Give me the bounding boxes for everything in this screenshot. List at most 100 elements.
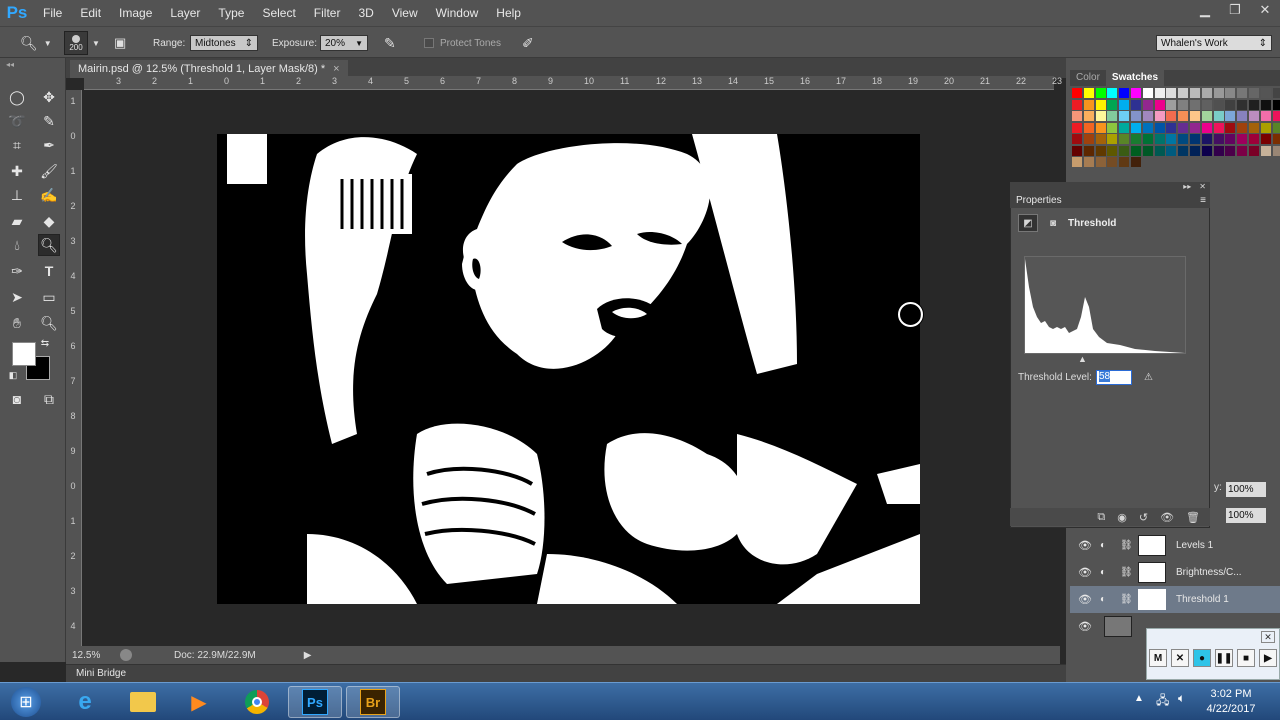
tab-swatches[interactable]: Swatches xyxy=(1105,70,1165,86)
swatch[interactable] xyxy=(1107,88,1118,98)
swatch[interactable] xyxy=(1190,111,1200,121)
swatch[interactable] xyxy=(1131,145,1141,156)
reset-icon[interactable]: ↺ xyxy=(1139,511,1148,524)
start-button[interactable]: ⊞ xyxy=(4,686,48,718)
swatch[interactable] xyxy=(1213,88,1224,98)
player-close-icon[interactable]: ✕ xyxy=(1261,631,1275,643)
menu-type[interactable]: Type xyxy=(209,0,253,26)
eye-icon[interactable]: 👁︎ xyxy=(1070,593,1100,606)
swatch[interactable] xyxy=(1213,145,1224,156)
mini-bridge-panel[interactable]: Mini Bridge xyxy=(66,664,1066,682)
swatch[interactable] xyxy=(1083,122,1094,133)
swatch[interactable] xyxy=(1154,145,1165,156)
swatch[interactable] xyxy=(1249,134,1259,144)
zoom-tool-icon[interactable]: 🔍︎ xyxy=(38,312,60,334)
swatch[interactable] xyxy=(1260,88,1271,98)
swatch[interactable] xyxy=(1072,145,1082,156)
swatch[interactable] xyxy=(1225,134,1236,144)
swatch[interactable] xyxy=(1272,134,1280,144)
brush-panel-button[interactable]: ▣ xyxy=(114,27,126,59)
fill-input[interactable]: 100% xyxy=(1226,508,1266,523)
swatch[interactable] xyxy=(1178,99,1189,110)
swatch[interactable] xyxy=(1166,99,1177,110)
quick-select-tool-icon[interactable]: ✎ xyxy=(38,110,60,132)
swatch[interactable] xyxy=(1249,99,1259,110)
tab-color[interactable]: Color xyxy=(1070,70,1106,86)
swatch[interactable] xyxy=(1142,134,1153,144)
default-colors-icon[interactable]: ◧ xyxy=(6,368,20,382)
player-play-icon[interactable]: ▶ xyxy=(1259,649,1277,667)
swatch[interactable] xyxy=(1107,145,1118,156)
exposure-input[interactable]: 20% ▼ xyxy=(320,35,368,51)
swatch[interactable] xyxy=(1119,111,1130,121)
swatch[interactable] xyxy=(1237,134,1248,144)
swatch[interactable] xyxy=(1142,145,1153,156)
bridge-taskbar-button[interactable]: Br xyxy=(346,686,400,718)
swatch[interactable] xyxy=(1166,111,1177,121)
swatch[interactable] xyxy=(1142,88,1153,98)
clip-to-layer-icon[interactable]: ⧉ xyxy=(1097,511,1105,524)
swatch[interactable] xyxy=(1095,99,1106,110)
swatch[interactable] xyxy=(1154,134,1165,144)
swatch[interactable] xyxy=(1119,134,1130,144)
swatch[interactable] xyxy=(1107,134,1118,144)
swatch[interactable] xyxy=(1142,111,1153,121)
airbrush-button[interactable]: ✎ xyxy=(384,27,396,59)
media-player-button[interactable]: ▶ xyxy=(172,686,226,718)
swatch[interactable] xyxy=(1225,88,1236,98)
stamp-tool-icon[interactable]: ⊥ xyxy=(6,184,28,206)
swatch[interactable] xyxy=(1119,145,1130,156)
eye-icon[interactable]: 👁︎ xyxy=(1070,539,1100,552)
swatch[interactable] xyxy=(1083,145,1094,156)
swatch[interactable] xyxy=(1190,99,1200,110)
swatch[interactable] xyxy=(1201,122,1212,133)
swatch[interactable] xyxy=(1142,122,1153,133)
swatch[interactable] xyxy=(1072,88,1082,98)
swatch[interactable] xyxy=(1237,122,1248,133)
swatch[interactable] xyxy=(1072,157,1082,167)
swatch[interactable] xyxy=(1083,88,1094,98)
menu-edit[interactable]: Edit xyxy=(71,0,110,26)
swatch[interactable] xyxy=(1190,88,1200,98)
workspace-select[interactable]: Whalen's Work ⇕ xyxy=(1156,35,1272,51)
dodge-tool-preset[interactable]: 🔍︎ ▼ xyxy=(20,27,52,59)
swatch[interactable] xyxy=(1213,111,1224,121)
eraser-tool-icon[interactable]: ▰ xyxy=(6,210,28,232)
swatch[interactable] xyxy=(1166,88,1177,98)
protect-tones-checkbox[interactable]: Protect Tones xyxy=(424,27,501,59)
swatch[interactable] xyxy=(1131,88,1141,98)
close-icon[interactable]: ✕ xyxy=(1250,0,1280,20)
swatch[interactable] xyxy=(1107,122,1118,133)
photoshop-taskbar-button[interactable]: Ps xyxy=(288,686,342,718)
swatch[interactable] xyxy=(1154,99,1165,110)
swatch[interactable] xyxy=(1201,99,1212,110)
properties-tab[interactable]: Properties ≡ xyxy=(1010,192,1210,208)
swatch[interactable] xyxy=(1107,111,1118,121)
swatch[interactable] xyxy=(1190,145,1200,156)
swatch[interactable] xyxy=(1083,99,1094,110)
zoom-level[interactable]: 12.5% xyxy=(72,650,116,661)
layer-row[interactable]: 👁︎ ◐ ⛓ Levels 1 xyxy=(1070,532,1280,559)
threshold-level-input[interactable]: 58 xyxy=(1096,370,1132,385)
collapse-icon[interactable]: ◂◂ xyxy=(6,60,14,69)
menu-filter[interactable]: Filter xyxy=(305,0,350,26)
paint-bucket-tool-icon[interactable]: ◆ xyxy=(38,210,60,232)
adjustment-icon[interactable]: ◩ xyxy=(1018,214,1038,232)
swatch[interactable] xyxy=(1213,99,1224,110)
range-select[interactable]: Midtones ⇕ xyxy=(190,35,258,51)
swatch[interactable] xyxy=(1178,122,1189,133)
swatch[interactable] xyxy=(1225,111,1236,121)
visibility-icon[interactable]: 👁︎ xyxy=(1160,511,1174,524)
type-tool-icon[interactable]: T xyxy=(38,260,60,282)
swatch[interactable] xyxy=(1095,145,1106,156)
swatch[interactable] xyxy=(1119,157,1130,167)
swatch[interactable] xyxy=(1178,134,1189,144)
swatch[interactable] xyxy=(1166,145,1177,156)
swatch[interactable] xyxy=(1095,122,1106,133)
volume-icon[interactable]: 🔈︎ xyxy=(1178,691,1185,706)
menu-file[interactable]: File xyxy=(34,0,71,26)
player-menu-button[interactable]: M xyxy=(1149,649,1167,667)
swatch[interactable] xyxy=(1131,99,1141,110)
swatch[interactable] xyxy=(1201,88,1212,98)
swatch[interactable] xyxy=(1178,88,1189,98)
